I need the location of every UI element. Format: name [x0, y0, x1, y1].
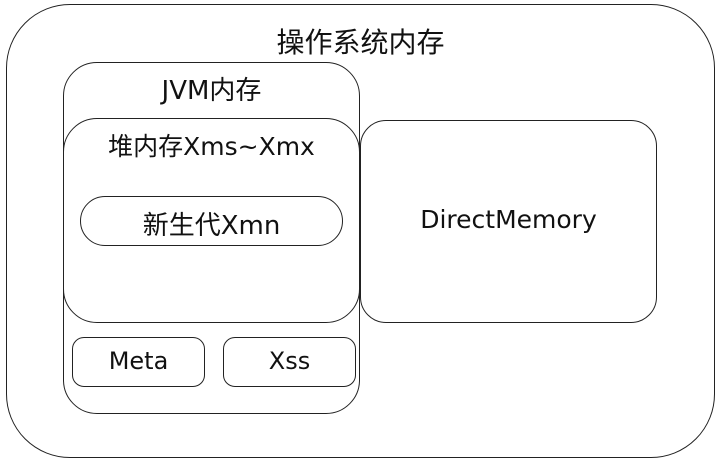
xss-box: Xss — [223, 337, 356, 387]
meta-box: Meta — [72, 337, 205, 387]
heap-memory-label: 堆内存Xms~Xmx — [108, 132, 315, 161]
os-memory-label: 操作系统内存 — [276, 26, 445, 59]
xss-label: Xss — [268, 347, 311, 375]
young-generation-label: 新生代Xmn — [142, 211, 281, 241]
jvm-memory-label: JVM内存 — [161, 76, 262, 106]
meta-label: Meta — [108, 347, 169, 375]
direct-memory-box: DirectMemory — [360, 120, 657, 323]
young-generation-box: 新生代Xmn — [80, 196, 343, 246]
direct-memory-label: DirectMemory — [420, 205, 597, 234]
